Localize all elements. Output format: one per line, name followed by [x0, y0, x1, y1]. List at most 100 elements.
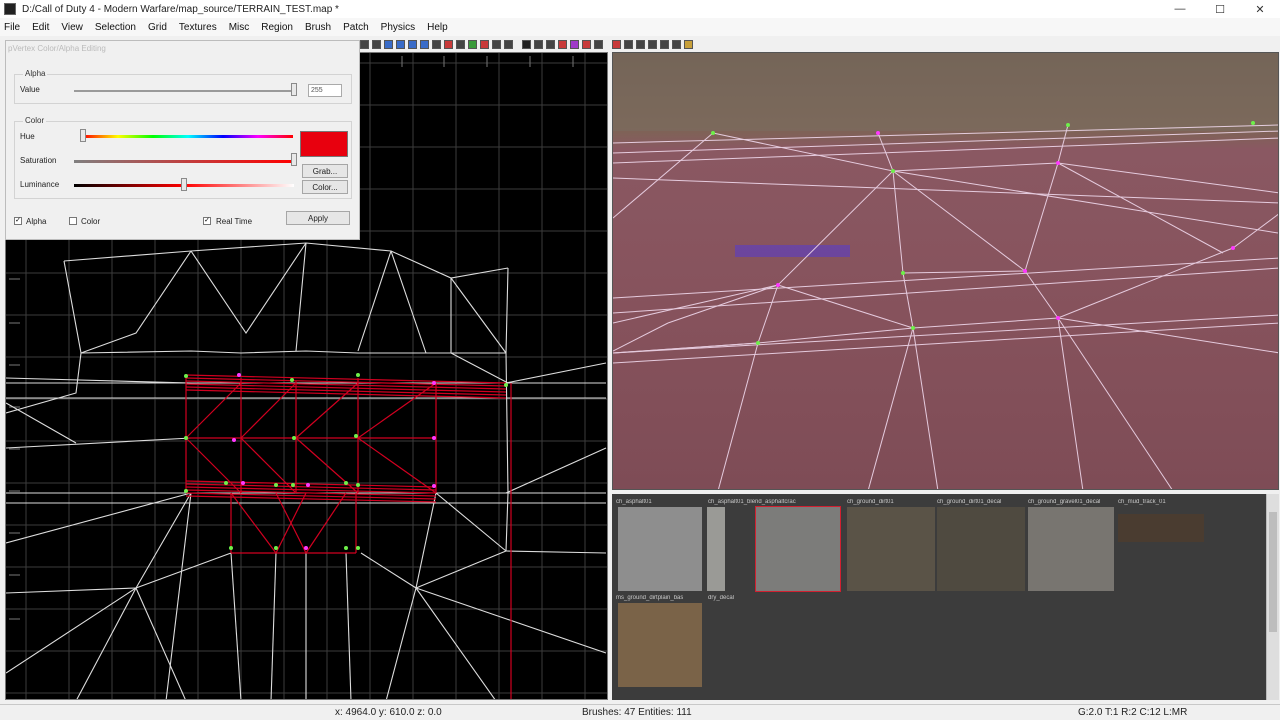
- toolbar-button[interactable]: [522, 39, 531, 49]
- toolbar-button[interactable]: [660, 39, 669, 49]
- menu-file[interactable]: File: [0, 22, 26, 33]
- toolbar-button[interactable]: [546, 39, 555, 49]
- realtime-checkbox[interactable]: ✓: [203, 217, 211, 225]
- wire-edge: [6, 402, 77, 444]
- maximize-button[interactable]: ☐: [1200, 0, 1240, 18]
- toolbar-button[interactable]: [480, 39, 489, 49]
- hue-label: Hue: [20, 132, 35, 141]
- menu-textures[interactable]: Textures: [173, 22, 223, 33]
- menu-edit[interactable]: Edit: [26, 22, 55, 33]
- toolbar-button[interactable]: [582, 39, 591, 49]
- wire-edge: [505, 267, 509, 552]
- texture-thumbnail[interactable]: [618, 507, 702, 591]
- menu-brush[interactable]: Brush: [299, 22, 337, 33]
- patch-vertex: [354, 434, 358, 438]
- minimize-button[interactable]: —: [1160, 0, 1200, 18]
- close-button[interactable]: ✕: [1240, 0, 1280, 18]
- decal-highlight: [735, 245, 850, 257]
- selected-edge: [185, 483, 437, 491]
- toolbar-button[interactable]: [396, 39, 405, 49]
- value-field[interactable]: 255: [308, 84, 342, 97]
- texture-browser-scrollbar[interactable]: [1266, 494, 1279, 700]
- grab-button[interactable]: Grab...: [302, 164, 348, 178]
- wire-edge: [295, 242, 307, 352]
- wire-edge: [190, 242, 307, 334]
- wire-edge: [6, 492, 192, 544]
- toolbar-button[interactable]: [384, 39, 393, 49]
- toolbar-button[interactable]: [672, 39, 681, 49]
- camera-vertex: [901, 271, 905, 275]
- camera-viewport-3d[interactable]: [612, 52, 1279, 490]
- texture-thumbnail[interactable]: [937, 507, 1025, 591]
- window-title: D:/Call of Duty 4 - Modern Warfare/map_s…: [22, 3, 339, 15]
- toolbar-button[interactable]: [468, 39, 477, 49]
- texture-thumbnail[interactable]: [1118, 514, 1204, 542]
- patch-vertex: [184, 374, 188, 378]
- texture-thumbnail[interactable]: [755, 506, 841, 592]
- menu-physics[interactable]: Physics: [375, 22, 421, 33]
- menu-misc[interactable]: Misc: [223, 22, 256, 33]
- saturation-slider-thumb[interactable]: [291, 153, 297, 166]
- wire-edge: [360, 552, 417, 589]
- color-checkbox-label: Color: [81, 217, 101, 226]
- toolbar-button[interactable]: [624, 39, 633, 49]
- patch-vertex: [306, 483, 310, 487]
- toolbar-button[interactable]: [456, 39, 465, 49]
- toolbar-button[interactable]: [360, 39, 369, 49]
- menu-region[interactable]: Region: [255, 22, 299, 33]
- apply-button[interactable]: Apply: [286, 211, 350, 225]
- menu-help[interactable]: Help: [421, 22, 454, 33]
- hue-slider[interactable]: [83, 135, 293, 138]
- toolbar-button[interactable]: [372, 39, 381, 49]
- menu-selection[interactable]: Selection: [89, 22, 142, 33]
- toolbar-button[interactable]: [408, 39, 417, 49]
- camera-vertex: [876, 131, 880, 135]
- toolbar-button[interactable]: [444, 39, 453, 49]
- toolbar-button[interactable]: [648, 39, 657, 49]
- toolbar-button[interactable]: [534, 39, 543, 49]
- selected-edge: [240, 437, 297, 494]
- toolbar-button[interactable]: [612, 39, 621, 49]
- status-grid: G:2.0 T:1 R:2 C:12 L:MR: [1078, 707, 1188, 718]
- toolbar: [360, 37, 1280, 51]
- texture-thumbnail[interactable]: [708, 603, 792, 687]
- texture-label: ch_ground_dirt01_decal: [937, 499, 1002, 505]
- texture-label: dry_decal: [708, 595, 735, 601]
- value-slider[interactable]: [74, 90, 294, 92]
- texture-browser[interactable]: ch_asphalt01 ch_asphalt01_blend_asphaltcr…: [612, 494, 1266, 700]
- toolbar-button[interactable]: [558, 39, 567, 49]
- texture-thumbnail[interactable]: [1028, 507, 1114, 591]
- toolbar-button[interactable]: [570, 39, 579, 49]
- patch-vertex: [237, 373, 241, 377]
- value-slider-thumb[interactable]: [291, 83, 297, 96]
- app-icon: [4, 3, 16, 15]
- toolbar-button[interactable]: [504, 39, 513, 49]
- saturation-slider[interactable]: [74, 160, 294, 163]
- texture-thumbnail[interactable]: [707, 507, 725, 591]
- texture-thumbnail[interactable]: [618, 603, 702, 687]
- menu-view[interactable]: View: [55, 22, 89, 33]
- toolbar-button[interactable]: [594, 39, 603, 49]
- color-swatch[interactable]: [300, 131, 348, 157]
- menu-grid[interactable]: Grid: [142, 22, 173, 33]
- wire-edge: [230, 552, 242, 699]
- texture-label: ms_ground_dirtplain_bas: [616, 595, 684, 601]
- patch-vertex: [274, 546, 278, 550]
- color-button[interactable]: Color...: [302, 180, 348, 194]
- toolbar-button[interactable]: [684, 39, 693, 49]
- camera-vertex: [1023, 269, 1027, 273]
- menu-patch[interactable]: Patch: [337, 22, 375, 33]
- toolbar-button[interactable]: [492, 39, 501, 49]
- luminance-slider-thumb[interactable]: [181, 178, 187, 191]
- toolbar-button[interactable]: [432, 39, 441, 49]
- alpha-checkbox[interactable]: ✓: [14, 217, 22, 225]
- hue-slider-thumb[interactable]: [80, 129, 86, 142]
- scrollbar-thumb[interactable]: [1269, 512, 1277, 632]
- camera-scene: [613, 53, 1278, 489]
- toolbar-button[interactable]: [636, 39, 645, 49]
- camera-vertex: [776, 283, 780, 287]
- patch-vertex: [232, 438, 236, 442]
- texture-thumbnail[interactable]: [847, 507, 935, 591]
- color-checkbox[interactable]: [69, 217, 77, 225]
- toolbar-button[interactable]: [420, 39, 429, 49]
